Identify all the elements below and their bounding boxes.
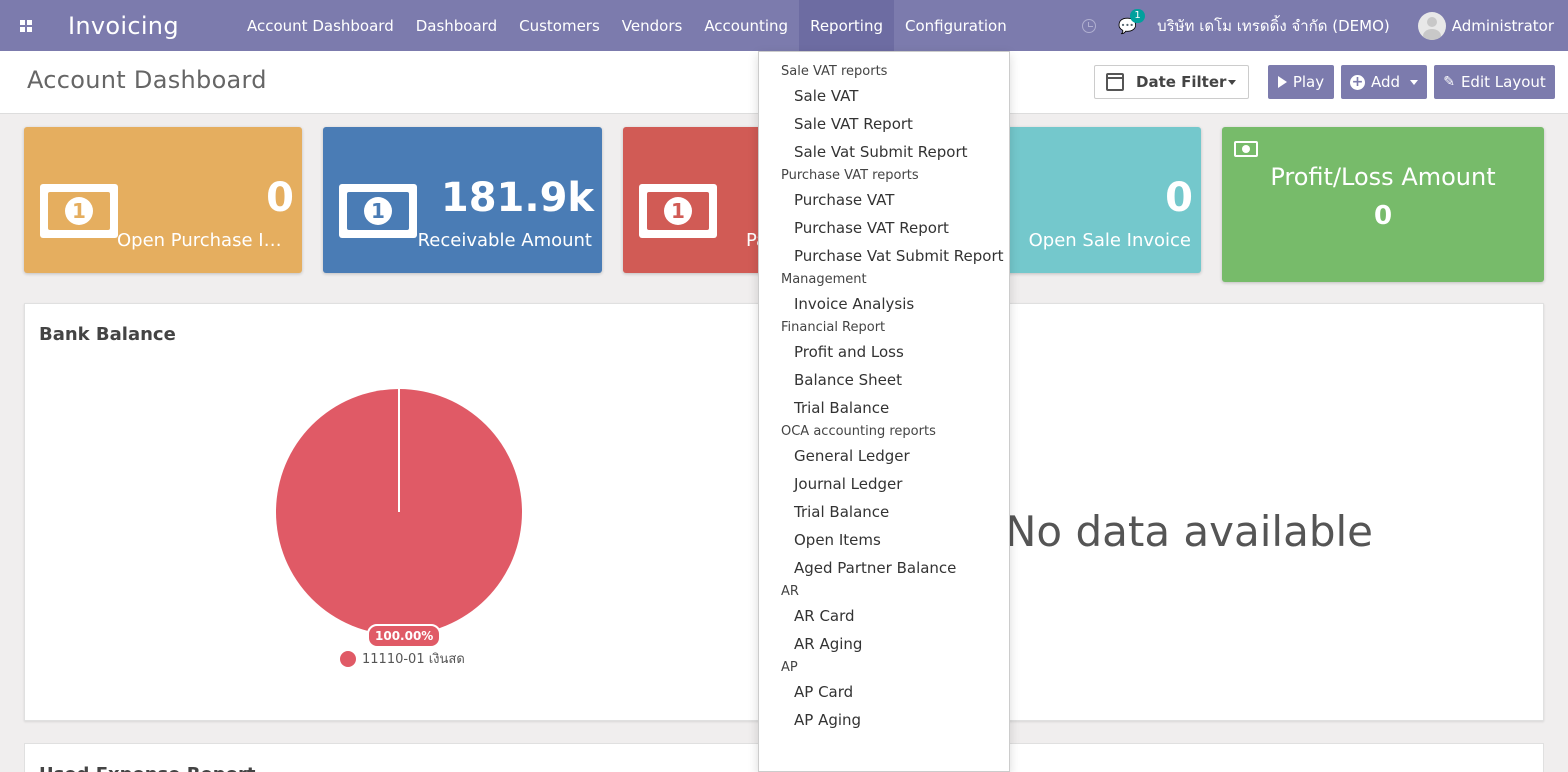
dropdown-item-purchase-vat-report[interactable]: Purchase VAT Report xyxy=(759,214,1009,242)
edit-layout-button[interactable]: ✎ Edit Layout xyxy=(1434,65,1555,99)
dropdown-section-header: Management xyxy=(781,272,867,287)
kpi-tile-profit-loss[interactable]: Profit/Loss Amount 0 xyxy=(1222,127,1544,282)
dropdown-item-purchase-vat[interactable]: Purchase VAT xyxy=(759,186,1009,214)
plus-circle-icon: + xyxy=(1349,73,1365,90)
dropdown-item-aged-partner-balance[interactable]: Aged Partner Balance xyxy=(759,554,1009,582)
dropdown-section-header: OCA accounting reports xyxy=(781,424,936,439)
dropdown-item-open-items[interactable]: Open Items xyxy=(759,526,1009,554)
tile-value: 181.9k xyxy=(440,175,594,221)
dropdown-item-trial-balance[interactable]: Trial Balance xyxy=(759,394,1009,422)
tile-value: 0 xyxy=(1165,175,1193,221)
menu-dashboard[interactable]: Dashboard xyxy=(405,0,508,51)
kpi-tile-open-purchase[interactable]: 1 0 Open Purchase In... xyxy=(24,127,302,273)
dropdown-item-journal-ledger[interactable]: Journal Ledger xyxy=(759,470,1009,498)
dropdown-item-profit-and-loss[interactable]: Profit and Loss xyxy=(759,338,1009,366)
tile-value: 0 xyxy=(1373,201,1393,231)
user-avatar[interactable] xyxy=(1417,11,1446,40)
pie-legend[interactable]: 11110-01 เงินสด xyxy=(340,648,465,669)
tile-label: Open Sale Invoice xyxy=(1028,230,1191,251)
caret-down-icon xyxy=(1410,79,1419,85)
dropdown-item-ar-card[interactable]: AR Card xyxy=(759,602,1009,630)
dropdown-item-ap-card[interactable]: AP Card xyxy=(759,678,1009,706)
date-filter-label: Date Filter xyxy=(1136,73,1227,91)
caret-down-icon xyxy=(1228,80,1236,85)
dropdown-item-ap-aging[interactable]: AP Aging xyxy=(759,706,1009,734)
user-menu[interactable]: Administrator xyxy=(1452,17,1554,35)
add-label: Add xyxy=(1370,73,1401,91)
play-icon xyxy=(1277,76,1287,88)
app-brand[interactable]: Invoicing xyxy=(68,12,236,40)
money-bill-icon: 1 xyxy=(639,184,717,238)
dropdown-section-header: AP xyxy=(781,660,798,675)
date-filter-dropdown[interactable]: Date Filter xyxy=(1094,65,1249,99)
kpi-tile-receivable[interactable]: 1 181.9k Receivable Amount xyxy=(323,127,602,273)
menu-account-dashboard[interactable]: Account Dashboard xyxy=(236,0,405,51)
play-label: Play xyxy=(1292,73,1325,91)
message-count-badge: 1 xyxy=(1130,8,1145,23)
dropdown-section-header: Financial Report xyxy=(781,320,886,335)
legend-label: 11110-01 เงินสด xyxy=(362,652,465,667)
menu-reporting[interactable]: Reporting xyxy=(799,0,894,51)
pie-tooltip: 100.00% xyxy=(367,624,442,648)
dropdown-section-header: Sale VAT reports xyxy=(781,64,888,79)
dropdown-item-sale-vat-report[interactable]: Sale VAT Report xyxy=(759,110,1009,138)
menu-configuration[interactable]: Configuration xyxy=(894,0,1018,51)
dropdown-item-general-ledger[interactable]: General Ledger xyxy=(759,442,1009,470)
tile-label: Open Purchase In... xyxy=(117,230,292,251)
dropdown-section-header: Purchase VAT reports xyxy=(781,168,919,183)
expense-report-title: Used Expense Report xyxy=(39,764,256,772)
dropdown-item-purchase-vat-submit-report[interactable]: Purchase Vat Submit Report xyxy=(759,242,1009,270)
menu-accounting[interactable]: Accounting xyxy=(693,0,799,51)
bank-balance-title: Bank Balance xyxy=(39,324,176,345)
systray: 💬 1 บริษัท เดโม เทรดดิ้ง จำกัด (DEMO) Adm… xyxy=(1082,0,1568,51)
company-switcher[interactable]: บริษัท เดโม เทรดดิ้ง จำกัด (DEMO) xyxy=(1157,14,1390,38)
legend-dot xyxy=(340,650,356,667)
dropdown-item-balance-sheet[interactable]: Balance Sheet xyxy=(759,366,1009,394)
apps-grid-icon xyxy=(19,19,32,32)
dropdown-item-trial-balance[interactable]: Trial Balance xyxy=(759,498,1009,526)
add-button[interactable]: + Add xyxy=(1341,65,1427,99)
bank-balance-pie-chart xyxy=(276,389,522,635)
tile-label: Receivable Amount xyxy=(417,230,592,251)
pencil-icon: ✎ xyxy=(1443,74,1455,90)
menu-customers[interactable]: Customers xyxy=(508,0,611,51)
money-bill-icon: 1 xyxy=(40,184,118,238)
top-navbar: Invoicing Account Dashboard Dashboard Cu… xyxy=(0,0,1568,51)
play-button[interactable]: Play xyxy=(1268,65,1334,99)
calendar-icon xyxy=(1106,73,1124,91)
main-menu: Account Dashboard Dashboard Customers Ve… xyxy=(236,0,1018,51)
page-title: Account Dashboard xyxy=(27,66,267,94)
edit-layout-label: Edit Layout xyxy=(1460,73,1546,91)
menu-vendors[interactable]: Vendors xyxy=(611,0,694,51)
reporting-dropdown-menu: Sale VAT reports Sale VAT Sale VAT Report S… xyxy=(758,51,1010,772)
no-data-message: No data available xyxy=(1005,507,1373,556)
tile-value: 0 xyxy=(266,175,294,221)
dropdown-item-sale-vat-submit-report[interactable]: Sale Vat Submit Report xyxy=(759,138,1009,166)
messaging-icon[interactable]: 💬 1 xyxy=(1118,8,1145,35)
money-bill-icon: 1 xyxy=(339,184,417,238)
dropdown-item-sale-vat[interactable]: Sale VAT xyxy=(759,82,1009,110)
dropdown-section-header: AR xyxy=(781,584,799,599)
tile-label: Profit/Loss Amount xyxy=(1270,163,1496,191)
dropdown-item-invoice-analysis[interactable]: Invoice Analysis xyxy=(759,290,1009,318)
activity-clock-icon[interactable] xyxy=(1082,18,1097,33)
dropdown-item-ar-aging[interactable]: AR Aging xyxy=(759,630,1009,658)
money-bill-icon xyxy=(1234,141,1258,157)
apps-menu-button[interactable] xyxy=(0,0,51,51)
